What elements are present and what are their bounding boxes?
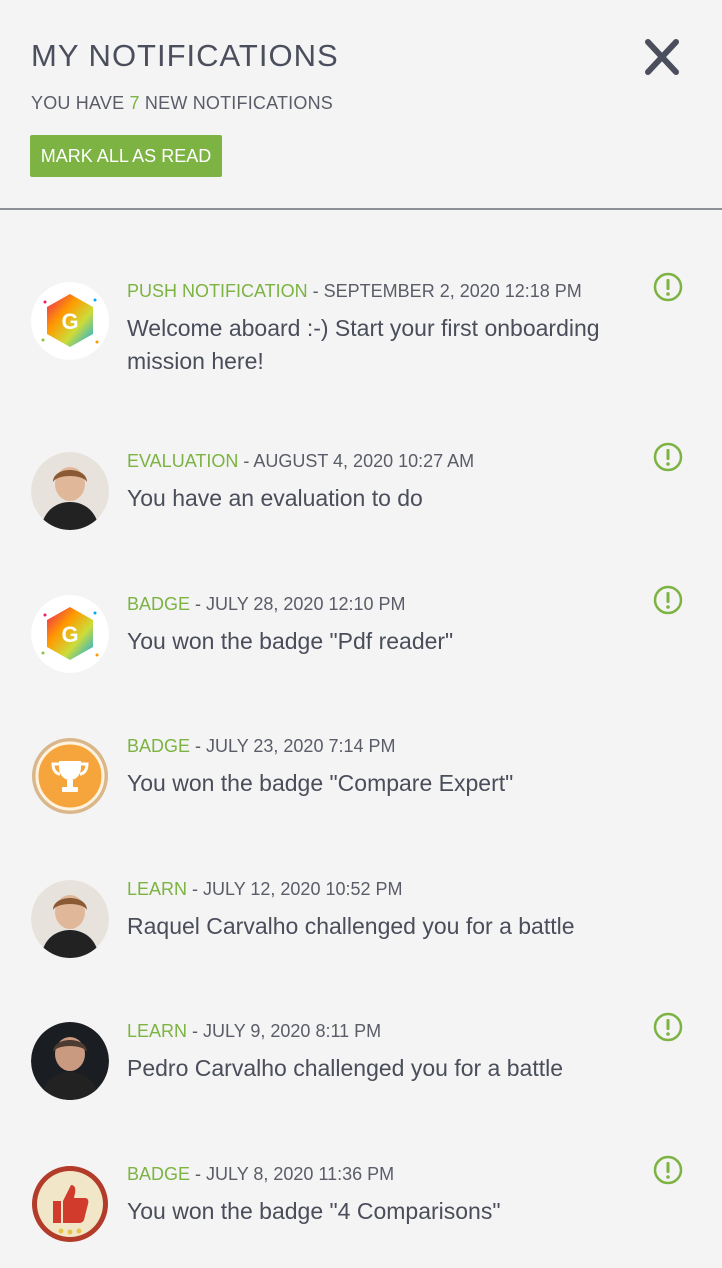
notification-category: LEARN bbox=[127, 879, 188, 899]
notification-message: You have an evaluation to do bbox=[127, 485, 423, 511]
unread-alert-icon[interactable] bbox=[653, 1012, 683, 1042]
thumbs-up-badge-icon bbox=[31, 1165, 109, 1243]
mark-all-read-button[interactable]: MARK ALL AS READ bbox=[30, 135, 222, 177]
notification-item[interactable]: BADGE - JULY 8, 2020 11:36 PM You won the… bbox=[0, 1128, 722, 1268]
notification-message: You won the badge "Compare Expert" bbox=[127, 770, 514, 796]
notification-message: You won the badge "Pdf reader" bbox=[127, 628, 454, 654]
notification-meta: BADGE - JULY 8, 2020 11:36 PM bbox=[127, 1164, 394, 1185]
summary-suffix: NEW NOTIFICATIONS bbox=[139, 93, 333, 113]
notification-category: LEARN bbox=[127, 1021, 188, 1041]
summary-prefix: YOU HAVE bbox=[31, 93, 130, 113]
notification-meta: LEARN - JULY 12, 2020 10:52 PM bbox=[127, 879, 403, 900]
notification-date: - SEPTEMBER 2, 2020 12:18 PM bbox=[307, 281, 582, 301]
svg-text:G: G bbox=[61, 622, 78, 647]
unread-alert-icon[interactable] bbox=[653, 272, 683, 302]
notification-item[interactable]: G BADGE - JULY 28, 2020 12:10 PM You won … bbox=[0, 558, 722, 698]
notification-meta: EVALUATION - AUGUST 4, 2020 10:27 AM bbox=[127, 451, 474, 472]
trophy-badge-icon bbox=[31, 737, 109, 815]
avatar bbox=[31, 1022, 109, 1100]
notification-message: You won the badge "4 Comparisons" bbox=[127, 1198, 501, 1224]
logo-g-icon: G bbox=[31, 282, 109, 360]
notification-category: BADGE bbox=[127, 1164, 191, 1184]
avatar bbox=[31, 452, 109, 530]
notification-date: - JULY 23, 2020 7:14 PM bbox=[190, 736, 396, 756]
notification-item[interactable]: LEARN - JULY 12, 2020 10:52 PM Raquel Car… bbox=[0, 843, 722, 983]
notification-date: - AUGUST 4, 2020 10:27 AM bbox=[238, 451, 475, 471]
notification-category: EVALUATION bbox=[127, 451, 239, 471]
notification-date: - JULY 8, 2020 11:36 PM bbox=[190, 1164, 395, 1184]
notification-date: - JULY 12, 2020 10:52 PM bbox=[187, 879, 403, 899]
notifications-header: MY NOTIFICATIONS YOU HAVE 7 NEW NOTIFICA… bbox=[0, 0, 722, 210]
notification-category: BADGE bbox=[127, 594, 191, 614]
new-notifications-summary: YOU HAVE 7 NEW NOTIFICATIONS bbox=[31, 93, 333, 114]
unread-alert-icon[interactable] bbox=[653, 1155, 683, 1185]
notification-date: - JULY 28, 2020 12:10 PM bbox=[190, 594, 406, 614]
new-count: 7 bbox=[129, 93, 140, 113]
notification-item[interactable]: BADGE - JULY 23, 2020 7:14 PM You won the… bbox=[0, 700, 722, 840]
notification-meta: PUSH NOTIFICATION - SEPTEMBER 2, 2020 12… bbox=[127, 281, 582, 302]
page-title: MY NOTIFICATIONS bbox=[31, 38, 339, 73]
notification-message: Pedro Carvalho challenged you for a batt… bbox=[127, 1055, 564, 1081]
notification-date: - JULY 9, 2020 8:11 PM bbox=[187, 1021, 382, 1041]
notification-message: Welcome aboard :-) Start your first onbo… bbox=[127, 315, 600, 374]
unread-alert-icon[interactable] bbox=[653, 585, 683, 615]
unread-alert-icon[interactable] bbox=[653, 442, 683, 472]
notification-category: PUSH NOTIFICATION bbox=[127, 281, 308, 301]
notification-meta: LEARN - JULY 9, 2020 8:11 PM bbox=[127, 1021, 381, 1042]
notification-category: BADGE bbox=[127, 736, 191, 756]
svg-text:G: G bbox=[61, 309, 78, 334]
notification-item[interactable]: G PUSH NOTIFICATION - SEPTEMBER 2, 2020 … bbox=[0, 245, 722, 385]
notification-item[interactable]: EVALUATION - AUGUST 4, 2020 10:27 AM You … bbox=[0, 415, 722, 555]
notification-meta: BADGE - JULY 28, 2020 12:10 PM bbox=[127, 594, 406, 615]
logo-g-icon: G bbox=[31, 595, 109, 673]
notification-item[interactable]: LEARN - JULY 9, 2020 8:11 PM Pedro Carval… bbox=[0, 985, 722, 1125]
avatar bbox=[31, 880, 109, 958]
notification-meta: BADGE - JULY 23, 2020 7:14 PM bbox=[127, 736, 395, 757]
close-icon[interactable] bbox=[640, 38, 684, 78]
notification-message: Raquel Carvalho challenged you for a bat… bbox=[127, 913, 575, 939]
